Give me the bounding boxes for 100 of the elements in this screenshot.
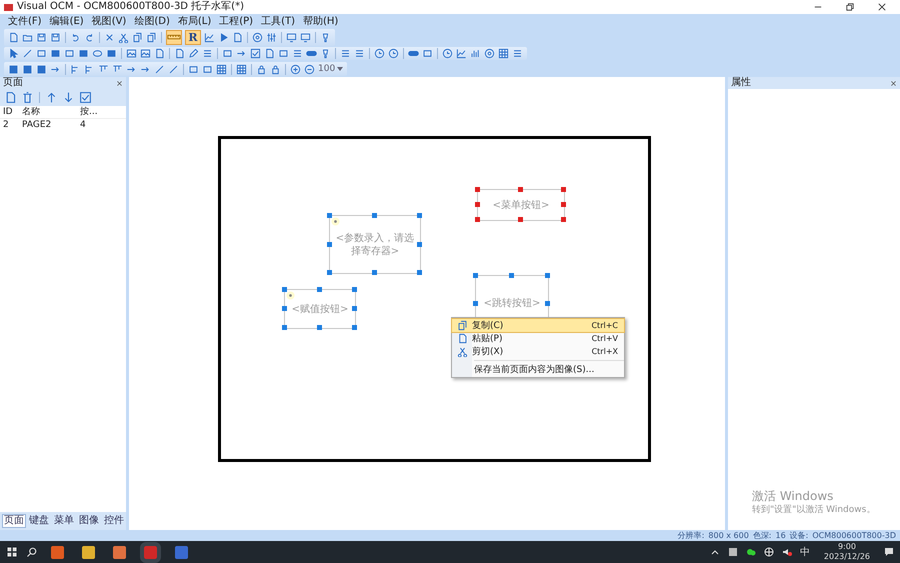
resize-handle[interactable] [545,273,550,278]
rectangle-icon[interactable] [222,48,233,58]
menu-item[interactable]: 剪切(X) Ctrl+X [452,345,624,358]
resize-handle[interactable] [561,202,566,207]
resize-handle[interactable] [282,287,287,292]
table-row[interactable]: 2 PAGE2 4 [0,119,126,131]
resize-handle[interactable] [545,300,550,306]
resize-handle[interactable] [561,187,566,192]
menu-item[interactable]: 复制(C) Ctrl+C [452,319,624,332]
resize-handle[interactable] [518,187,523,192]
checkbox-icon[interactable] [79,91,92,104]
globe-icon[interactable] [764,547,774,557]
chat-icon[interactable] [746,547,756,557]
lock-icon[interactable] [256,64,267,74]
resize-handle[interactable] [475,217,480,222]
scissors-icon[interactable] [118,32,129,42]
checkbox-icon[interactable] [250,48,261,58]
panel-tab[interactable]: 控件 [102,514,126,528]
resize-handle[interactable] [417,213,422,218]
close-icon[interactable] [890,80,897,86]
rectangle-icon[interactable] [188,64,199,74]
resize-handle[interactable] [282,306,287,311]
ruler-icon[interactable] [166,30,182,44]
copy-icon[interactable] [146,32,157,42]
document-icon[interactable] [232,32,243,42]
list-icon[interactable] [340,48,351,58]
list-icon[interactable] [354,48,365,58]
panel-tab[interactable]: 键盘 [27,514,51,528]
resize-handle[interactable] [475,202,480,207]
filled-rectangle-icon[interactable] [106,48,117,58]
resize-handle[interactable] [327,270,332,275]
down-arrow-icon[interactable] [62,91,75,104]
image-icon[interactable] [140,48,151,58]
document-icon[interactable] [154,48,165,58]
menu-item[interactable]: 绘图(D) [134,15,170,28]
line-chart-icon[interactable] [204,32,215,42]
zoom-out-icon[interactable] [304,64,315,74]
resize-handle[interactable] [417,270,422,275]
document-icon[interactable] [264,48,275,58]
resize-handle[interactable] [352,287,357,292]
menu-item[interactable]: 编辑(E) [50,15,84,28]
restore-icon[interactable] [846,3,854,11]
document-icon[interactable] [174,48,185,58]
resize-handle[interactable] [561,217,566,222]
redo-icon[interactable] [84,32,95,42]
resize-handle[interactable] [475,187,480,192]
filled-rectangle-icon[interactable] [50,48,61,58]
menu-item[interactable]: 粘贴(P) Ctrl+V [452,332,624,345]
list-icon[interactable] [202,48,213,58]
resize-handle[interactable] [327,242,332,246]
menu-item[interactable]: 帮助(H) [303,15,338,28]
app-icon[interactable] [51,546,64,558]
rectangle-icon[interactable] [36,48,47,58]
rectangle-icon[interactable] [422,48,433,58]
square-icon[interactable] [22,64,33,74]
panel-tab[interactable]: 页面 [2,514,26,528]
search-icon[interactable] [26,546,38,558]
menu-item[interactable]: 保存当前页面内容为图像(S)... [452,363,624,376]
menu-item[interactable]: 布局(L) [178,15,212,28]
menu-item[interactable]: 文件(F) [8,15,42,28]
rectangle-icon[interactable] [202,64,213,74]
resize-handle[interactable] [317,287,322,292]
sliders-icon[interactable] [266,32,277,42]
square-icon[interactable] [8,64,19,74]
line-icon[interactable] [168,64,179,74]
resize-handle[interactable] [473,273,478,278]
resize-handle[interactable] [372,270,377,275]
pencil-icon[interactable] [188,48,199,58]
rectangle-icon[interactable] [278,48,289,58]
resize-handle[interactable] [417,242,422,246]
clock-icon[interactable] [374,48,385,58]
app-icon[interactable] [113,546,126,558]
resize-handle[interactable] [327,213,332,218]
resize-handle[interactable] [352,306,357,311]
resize-handle[interactable] [282,325,287,330]
play-icon[interactable] [218,32,229,42]
tray-app-icon[interactable] [728,547,738,557]
grid-icon[interactable] [216,64,227,74]
menu-item[interactable]: 视图(V) [92,15,126,28]
undo-icon[interactable] [70,32,81,42]
monitor-icon[interactable] [300,32,311,42]
input-method-indicator[interactable]: 中 [800,545,810,559]
toggle-button[interactable]: R [185,30,201,44]
monitor-icon[interactable] [286,32,297,42]
up-arrow-icon[interactable] [45,91,58,104]
clock-date[interactable]: 2023/12/26 [824,552,870,562]
close-icon[interactable] [878,3,886,11]
clock-time[interactable]: 9:00 [838,542,856,552]
resize-handle[interactable] [317,325,322,330]
resize-handle[interactable] [518,217,523,222]
panel-tab[interactable]: 菜单 [52,514,76,528]
line-icon[interactable] [154,64,165,74]
image-icon[interactable] [126,48,137,58]
document-icon[interactable] [8,32,19,42]
notification-icon[interactable] [884,547,894,557]
list-icon[interactable] [512,48,523,58]
lock-icon[interactable] [270,64,281,74]
filled-rectangle-icon[interactable] [78,48,89,58]
panel-tab[interactable]: 图像 [77,514,101,528]
zoom-dropdown[interactable]: 100 [318,63,344,75]
